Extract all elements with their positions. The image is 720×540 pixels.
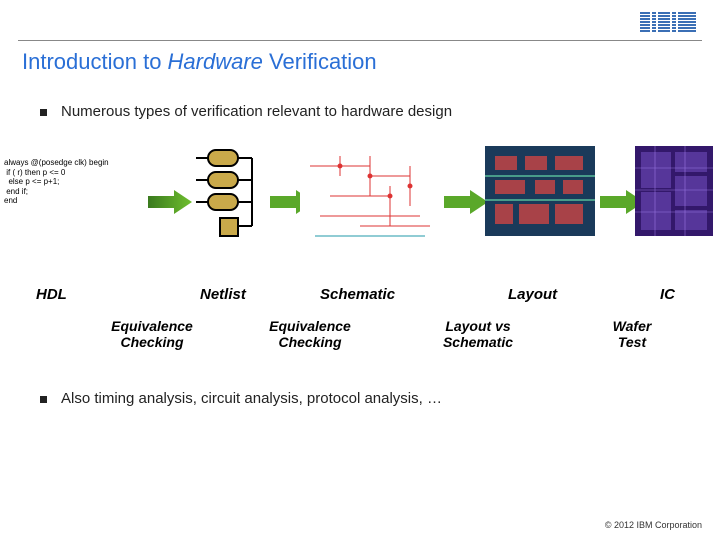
bullet-square-icon [40,396,47,403]
arrow-icon [148,190,192,219]
flow-diagram: always @(posedge clk) begin if ( r) then… [0,146,720,286]
bullet-text: Also timing analysis, circuit analysis, … [61,390,442,407]
checks-row: Equivalence Checking Equivalence Checkin… [0,318,720,362]
copyright: © 2012 IBM Corporation [605,520,702,530]
divider [18,40,702,41]
bullet-item: Numerous types of verification relevant … [0,85,720,120]
label-schematic: Schematic [320,286,395,303]
bullet-item: Also timing analysis, circuit analysis, … [0,362,720,407]
label-layout: Layout [508,286,557,303]
bullet-text: Numerous types of verification relevant … [61,103,452,120]
stage-layout [480,146,600,236]
label-layout-vs-schematic: Layout vs Schematic [418,318,538,350]
label-netlist: Netlist [200,286,246,303]
stage-schematic [300,146,440,246]
bullet-square-icon [40,109,47,116]
label-wafer-test: Wafer Test [582,318,682,350]
label-hdl: HDL [36,286,67,303]
stage-hdl: always @(posedge clk) begin if ( r) then… [4,146,154,206]
stage-ic [634,146,714,236]
slide-title: Introduction to Hardware Verification [0,49,720,85]
hdl-code-snippet: always @(posedge clk) begin if ( r) then… [4,146,154,206]
stage-netlist [188,146,268,242]
label-equivalence-checking-2: Equivalence Checking [250,318,370,350]
label-equivalence-checking-1: Equivalence Checking [92,318,212,350]
title-suffix: Verification [263,49,377,74]
ibm-logo-icon [640,12,696,34]
title-emphasis: Hardware [168,49,263,74]
header [0,0,720,40]
stage-labels: HDL Netlist Schematic Layout IC [0,286,720,312]
title-prefix: Introduction to [22,49,168,74]
label-ic: IC [660,286,675,303]
